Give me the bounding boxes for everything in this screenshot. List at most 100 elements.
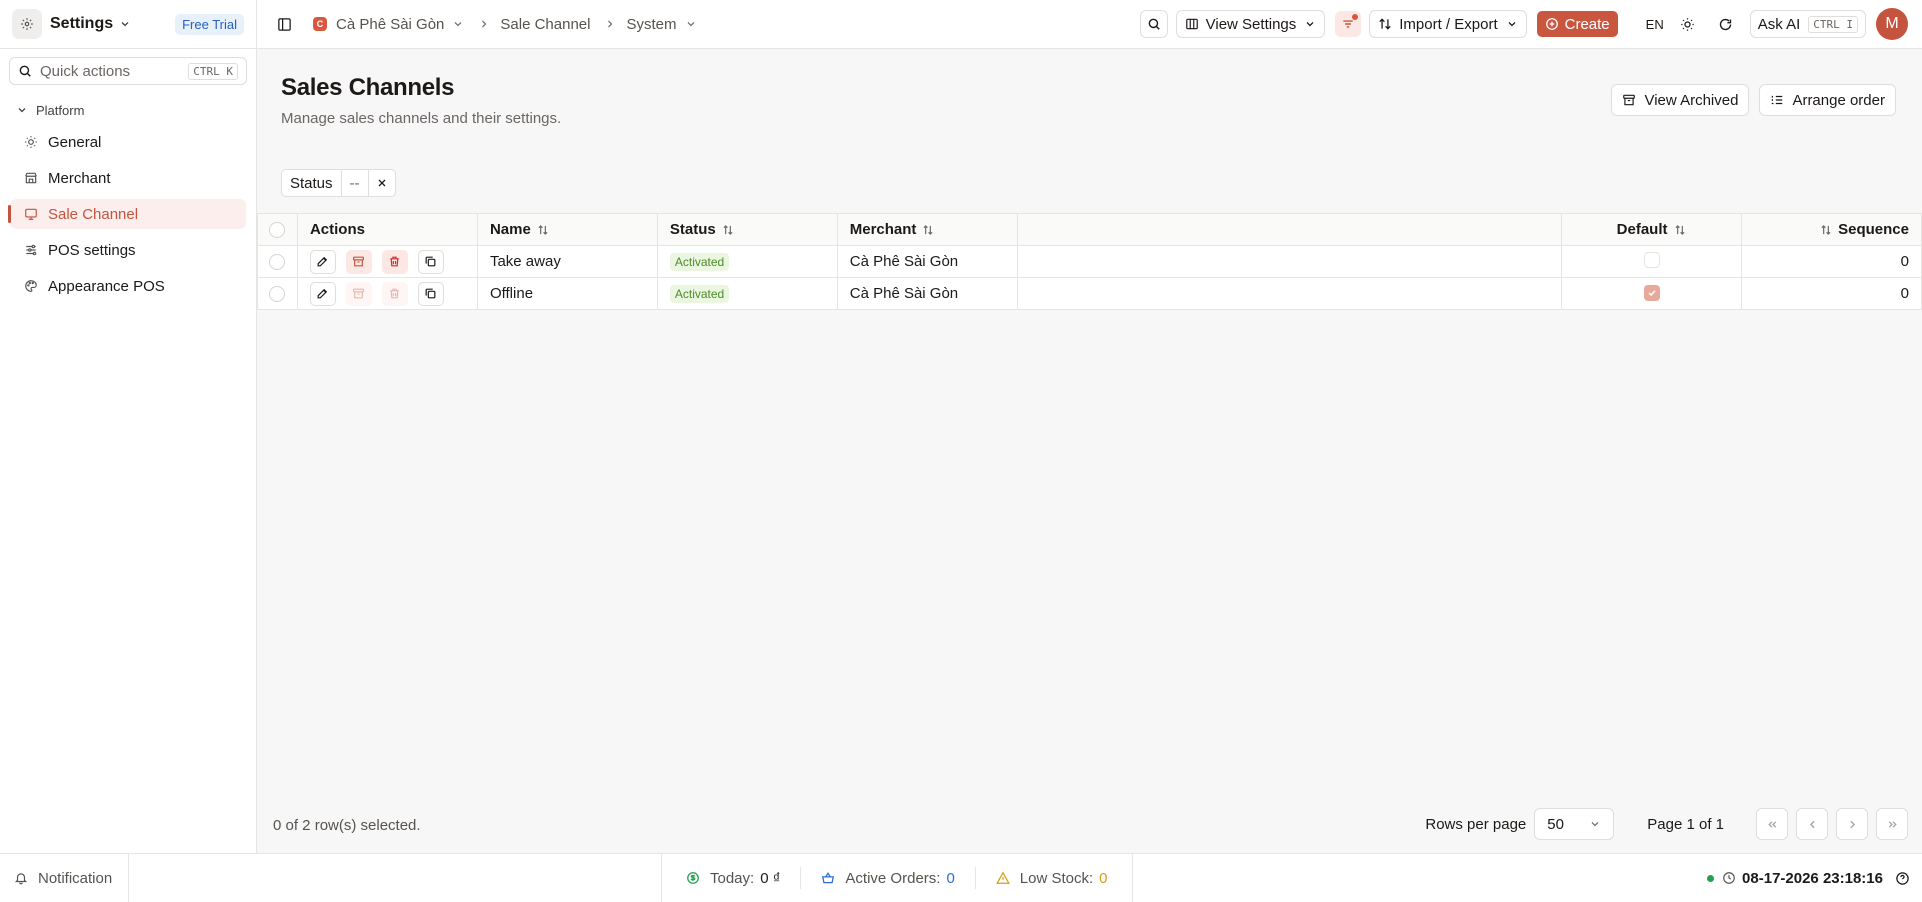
column-merchant[interactable]: Merchant xyxy=(836,213,1018,246)
row-checkbox[interactable] xyxy=(269,286,286,303)
sidebar-item-pos-settings[interactable]: POS settings xyxy=(10,235,246,265)
notification-button[interactable]: Notification xyxy=(0,854,129,902)
sidebar-item-merchant[interactable]: Merchant xyxy=(10,163,246,193)
chevrons-right-icon xyxy=(1888,820,1897,828)
default-checkbox[interactable] xyxy=(1643,251,1660,268)
duplicate-button[interactable] xyxy=(417,249,444,274)
free-trial-badge[interactable]: Free Trial xyxy=(175,13,244,35)
chevron-left-icon xyxy=(1809,820,1815,828)
sidebar-item-label: General xyxy=(48,133,102,151)
check-icon xyxy=(1648,290,1656,297)
status-filter-label[interactable]: Status xyxy=(282,170,342,196)
rows-per-page-value: 50 xyxy=(1547,815,1564,833)
filter-button[interactable] xyxy=(1335,11,1362,37)
sort-icon xyxy=(1819,223,1833,237)
first-page-button[interactable] xyxy=(1756,808,1788,840)
column-sequence[interactable]: Sequence xyxy=(1741,213,1922,246)
low-stock-value: 0 xyxy=(1099,869,1108,887)
archive-button[interactable] xyxy=(345,281,372,306)
breadcrumb-sale-channel[interactable]: Sale Channel xyxy=(500,16,590,33)
sun-icon xyxy=(1681,17,1694,31)
row-spacer xyxy=(1016,245,1563,278)
sidebar-item-label: Appearance POS xyxy=(48,277,165,295)
column-status-label: Status xyxy=(669,221,716,238)
ask-ai-button[interactable]: Ask AI CTRL I xyxy=(1749,10,1866,38)
clear-filter-button[interactable] xyxy=(369,170,395,196)
view-settings-button[interactable]: View Settings xyxy=(1175,10,1326,38)
sidebar-header[interactable]: Settings Free Trial xyxy=(0,0,256,49)
edit-button[interactable] xyxy=(309,281,336,306)
divider xyxy=(974,867,976,889)
column-default-label: Default xyxy=(1616,221,1668,238)
trash-icon xyxy=(390,288,400,299)
search-icon xyxy=(18,64,32,78)
top-bar-actions: View Settings Import / Export Create EN xyxy=(1139,8,1922,40)
quick-actions-input[interactable]: Quick actions CTRL K xyxy=(9,57,247,85)
list-ordered-icon xyxy=(1770,93,1784,107)
column-name-label: Name xyxy=(489,221,531,238)
breadcrumb-system[interactable]: System xyxy=(626,16,696,33)
column-merchant-label: Merchant xyxy=(849,221,917,238)
table-row[interactable]: Offline Activated Cà Phê Sài Gòn 0 xyxy=(257,277,1922,310)
row-status: Activated xyxy=(656,277,838,310)
row-checkbox[interactable] xyxy=(269,254,286,271)
language-switcher[interactable]: EN xyxy=(1646,17,1664,32)
archive-icon xyxy=(1622,93,1636,107)
sidebar-item-general[interactable]: General xyxy=(10,127,246,157)
create-button[interactable]: Create xyxy=(1536,11,1618,37)
pencil-icon xyxy=(318,288,328,299)
user-avatar[interactable]: M xyxy=(1876,8,1908,40)
sidebar-toggle-button[interactable] xyxy=(269,9,299,39)
copy-icon xyxy=(426,288,436,299)
next-page-button[interactable] xyxy=(1836,808,1868,840)
archive-button[interactable] xyxy=(345,249,372,274)
chevron-right-icon xyxy=(604,18,616,30)
chevron-down-icon xyxy=(1304,18,1316,30)
theme-toggle-button[interactable] xyxy=(1674,10,1702,38)
select-all-checkbox[interactable] xyxy=(269,222,286,239)
sidebar-item-sale-channel[interactable]: Sale Channel xyxy=(8,199,246,229)
today-revenue-stat: Today: 0 ₫ xyxy=(686,870,780,887)
delete-button[interactable] xyxy=(381,281,408,306)
refresh-button[interactable] xyxy=(1712,10,1740,38)
arrange-order-button[interactable]: Arrange order xyxy=(1759,84,1896,116)
active-orders-stat: Active Orders: 0 xyxy=(821,870,955,887)
rows-per-page-select[interactable]: 50 xyxy=(1534,808,1615,840)
last-page-button[interactable] xyxy=(1876,808,1908,840)
sidebar-item-appearance-pos[interactable]: Appearance POS xyxy=(10,271,246,301)
select-all-cell xyxy=(257,213,298,246)
palette-icon xyxy=(24,279,38,293)
sliders-icon xyxy=(24,243,38,257)
main-content: Sales Channels Manage sales channels and… xyxy=(257,49,1922,853)
row-default xyxy=(1561,277,1743,310)
delete-button[interactable] xyxy=(381,249,408,274)
page-subtitle: Manage sales channels and their settings… xyxy=(281,110,562,127)
column-name[interactable]: Name xyxy=(476,213,658,246)
import-export-button[interactable]: Import / Export xyxy=(1369,10,1527,38)
breadcrumb-company[interactable]: C Cà Phê Sài Gòn xyxy=(313,16,464,33)
copy-icon xyxy=(426,256,436,267)
selection-info: 0 of 2 row(s) selected. xyxy=(273,817,421,834)
column-status[interactable]: Status xyxy=(656,213,838,246)
low-stock-label: Low Stock: xyxy=(1019,869,1094,887)
search-button[interactable] xyxy=(1139,10,1168,38)
breadcrumb-system-label: System xyxy=(626,15,677,33)
default-checkbox[interactable] xyxy=(1643,285,1660,301)
store-icon xyxy=(24,171,38,185)
search-icon xyxy=(1148,18,1160,30)
status-filter-value[interactable]: -- xyxy=(342,170,369,196)
row-select-cell xyxy=(257,277,298,310)
help-button[interactable] xyxy=(1895,871,1910,886)
edit-button[interactable] xyxy=(309,249,336,274)
previous-page-button[interactable] xyxy=(1796,808,1828,840)
duplicate-button[interactable] xyxy=(417,281,444,306)
company-logo: C xyxy=(313,17,327,31)
import-export-label: Import / Export xyxy=(1399,15,1498,33)
clock: 08-17-2026 23:18:16 xyxy=(1707,854,1910,902)
column-default[interactable]: Default xyxy=(1561,213,1743,246)
table-row[interactable]: Take away Activated Cà Phê Sài Gòn 0 xyxy=(257,245,1922,278)
quick-stats: Today: 0 ₫ Active Orders: 0 Low Stock: 0 xyxy=(661,854,1133,902)
platform-group-toggle[interactable]: Platform xyxy=(16,99,256,121)
view-archived-button[interactable]: View Archived xyxy=(1611,84,1750,116)
chevron-down-icon xyxy=(685,18,697,30)
